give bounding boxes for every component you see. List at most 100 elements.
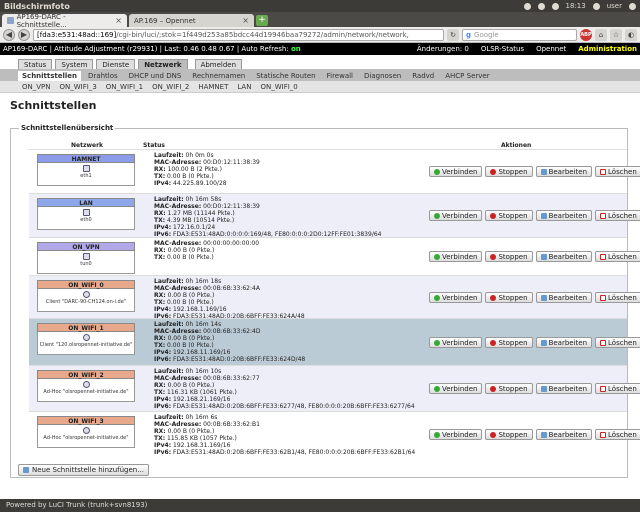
stop-button[interactable]: Stoppen [485,292,533,303]
connect-button[interactable]: Verbinden [429,383,483,394]
adblock-icon[interactable]: ABP [580,28,592,41]
power-icon[interactable] [629,2,636,10]
edit-button[interactable]: Bearbeiten [535,251,593,262]
new-tab-button[interactable]: + [256,15,268,26]
iface-tab-hamnet[interactable]: HAMNET [198,83,228,91]
add-interface-button[interactable]: Neue Schnittstelle hinzufügen... [18,464,149,476]
connect-button[interactable]: Verbinden [429,292,483,303]
os-top-panel: Bildschirmfoto 18:13 user [0,0,640,12]
subtab-dhcp-dns[interactable]: DHCP und DNS [125,71,186,81]
device-box: eth0 [37,207,135,230]
delete-button[interactable]: Löschen [595,166,640,177]
clock[interactable]: 18:13 [566,2,586,10]
iface-tab-on-wifi-1[interactable]: ON_WIFI_1 [106,83,143,91]
search-input[interactable]: g Google [462,28,577,41]
edit-button[interactable]: Bearbeiten [535,383,593,394]
iface-tab-on-wifi-3[interactable]: ON_WIFI_3 [60,83,97,91]
browser-tab-opennet[interactable]: AP.169 – Opennet × [129,14,254,27]
tab-netzwerk[interactable]: Netzwerk [138,59,188,69]
olsr-status-link[interactable]: OLSR-Status [481,45,524,53]
delete-button[interactable]: Löschen [595,292,640,303]
stop-button[interactable]: Stoppen [485,429,533,440]
volume-icon[interactable] [551,2,559,10]
iface-tab-on-vpn[interactable]: ON_VPN [22,83,51,91]
status-line: IPv4: 192.168.31.169/16 [154,442,415,449]
connect-button[interactable]: Verbinden [429,210,483,221]
tab-dienste[interactable]: Dienste [96,59,136,69]
opennet-link[interactable]: Opennet [536,45,566,53]
connect-button[interactable]: Verbinden [429,429,483,440]
subtab-ahcp[interactable]: AHCP Server [441,71,493,81]
delete-button-label: Löschen [608,211,637,220]
actions-cell: Verbinden Stoppen Bearbeiten Löschen [429,210,640,221]
tab-label: AP.169 – Opennet [134,16,196,25]
status-line: IPv6: FDA3:E531:48AD:0:20B:6BFF:FE33:62B… [154,449,415,456]
edit-button[interactable]: Bearbeiten [535,429,593,440]
connect-button[interactable]: Verbinden [429,251,483,262]
stop-icon [490,212,497,219]
back-icon[interactable]: ◀ [3,28,15,41]
browser-tab-luci[interactable]: AP169-DARC - Schnittstelle... × [2,13,127,29]
url-bar[interactable]: [fda3:e531:48ad::169] /cgi-bin/luci/;sto… [33,28,444,41]
delete-button[interactable]: Löschen [595,383,640,394]
tab-system[interactable]: System [55,59,94,69]
stop-icon [490,431,497,438]
actions-cell: Verbinden Stoppen Bearbeiten Löschen [429,429,640,440]
edit-button[interactable]: Bearbeiten [535,210,593,221]
status-value: 0.00 B (0 Pkte.) [165,292,215,299]
iface-tab-lan[interactable]: LAN [237,83,251,91]
subtab-statische-routen[interactable]: Statische Routen [252,71,319,81]
tab-abmelden[interactable]: Abmelden [194,59,243,69]
delete-button[interactable]: Löschen [595,210,640,221]
network-name: ON_WIFI_2 [37,370,135,379]
stop-button[interactable]: Stoppen [485,210,533,221]
subtab-diagnosen[interactable]: Diagnosen [360,71,405,81]
home-icon[interactable]: ⌂ [595,28,607,41]
table-row: ON_WIFI_2 Ad-Hoc "olsropennet-initiative.… [29,365,640,411]
user-name[interactable]: user [607,2,622,10]
stop-button[interactable]: Stoppen [485,337,533,348]
browser-nav-bar: ◀ ▶ [fda3:e531:48ad::169] /cgi-bin/luci/… [0,27,640,43]
administration-link[interactable]: Administration [578,45,637,53]
stop-button[interactable]: Stoppen [485,166,533,177]
col-status: Status [143,142,165,149]
stop-button[interactable]: Stoppen [485,251,533,262]
iface-tab-on-wifi-0[interactable]: ON_WIFI_0 [260,83,297,91]
stop-icon [490,294,497,301]
stop-button[interactable]: Stoppen [485,383,533,394]
subtab-firewall[interactable]: Firewall [323,71,357,81]
mail-icon[interactable] [523,2,531,10]
status-line: Laufzeit: 0h 16m 18s [154,278,305,285]
auto-refresh-toggle[interactable]: on [291,45,301,53]
forward-icon[interactable]: ▶ [18,28,30,41]
delete-button-label: Löschen [608,252,637,261]
edit-button[interactable]: Bearbeiten [535,166,593,177]
subtab-schnittstellen[interactable]: Schnittstellen [18,71,82,81]
close-tab-icon[interactable]: × [115,16,122,25]
changes-link[interactable]: Änderungen: 0 [417,45,469,53]
delete-button[interactable]: Löschen [595,337,640,348]
edit-button[interactable]: Bearbeiten [535,292,593,303]
user-icon [592,2,600,10]
close-tab-icon[interactable]: × [242,16,249,25]
subtab-drahtlos[interactable]: Drahtlos [84,71,122,81]
bookmark-icon[interactable]: ☆ [610,28,622,41]
iface-tab-on-wifi-2[interactable]: ON_WIFI_2 [152,83,189,91]
tab-status[interactable]: Status [18,59,53,69]
extension-icon[interactable]: ◐ [625,28,637,41]
table-row: ON_WIFI_0 Client "DARC-90-CH124.on-i.de" L… [29,275,640,320]
delete-button[interactable]: Löschen [595,251,640,262]
status-key: Laufzeit: [154,278,184,285]
interface-overview: Schnittstellenübersicht Netzwerk Status … [10,124,640,478]
status-line: IPv4: 44.225.89.100/28 [154,180,260,187]
subtab-radvd[interactable]: Radvd [408,71,438,81]
reload-icon[interactable]: ↻ [447,28,459,41]
delete-button[interactable]: Löschen [595,429,640,440]
actions-cell: Verbinden Stoppen Bearbeiten Löschen [429,251,640,262]
subtab-rechnernamen[interactable]: Rechnernamen [188,71,249,81]
connect-button[interactable]: Verbinden [429,166,483,177]
connect-button[interactable]: Verbinden [429,337,483,348]
network-icon[interactable] [537,2,545,10]
wifi-icon [82,427,90,434]
edit-button[interactable]: Bearbeiten [535,337,593,348]
